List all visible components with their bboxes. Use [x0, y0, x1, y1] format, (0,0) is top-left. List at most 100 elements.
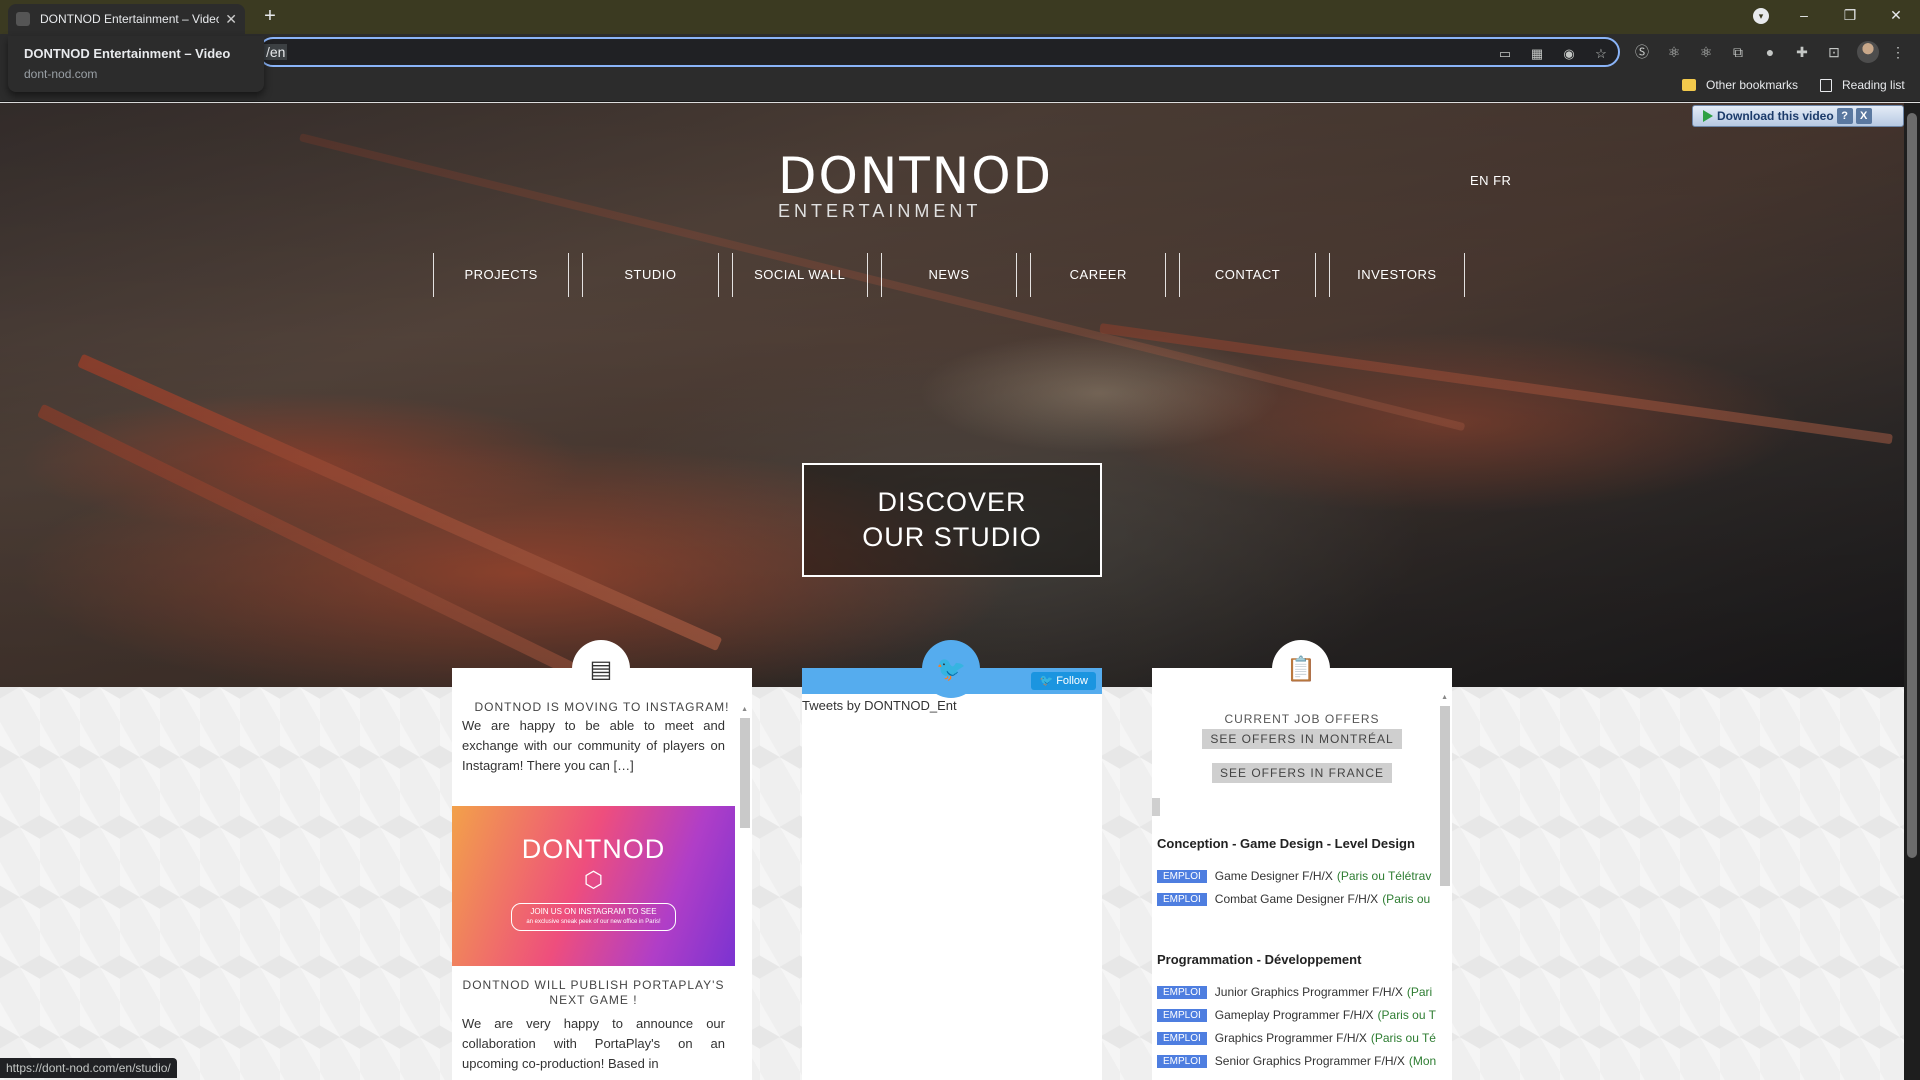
qr-code-icon[interactable]: ▦	[1528, 45, 1546, 63]
nav-contact[interactable]: CONTACT	[1179, 253, 1316, 297]
extension-atom-icon[interactable]: ⚛	[1696, 42, 1716, 62]
nav-news[interactable]: NEWS	[880, 253, 1018, 297]
emploi-badge: EMPLOI	[1157, 1008, 1207, 1022]
discover-line1: DISCOVER	[877, 487, 1027, 517]
job-title: Combat Game Designer F/H/X	[1214, 892, 1379, 906]
job-title: Graphics Programmer F/H/X	[1214, 1031, 1367, 1045]
site-logo[interactable]: DONTNOD ENTERTAINMENT	[778, 151, 1053, 221]
download-label: Download this video	[1717, 109, 1834, 123]
scroll-up-icon[interactable]: ▲	[1441, 694, 1448, 701]
play-icon	[1703, 110, 1713, 122]
page-scrollbar-thumb[interactable]	[1907, 113, 1917, 858]
tab-title: DONTNOD Entertainment – Video	[40, 12, 220, 26]
status-url: https://dont-nod.com/en/studio/	[0, 1058, 177, 1078]
job-location: (Paris ou Télétrav	[1336, 869, 1432, 883]
offers-france-button[interactable]: SEE OFFERS IN FRANCE	[1211, 763, 1393, 783]
hovercard-domain: dont-nod.com	[24, 67, 98, 81]
instagram-promo-image[interactable]: DONTNOD ⬡ JOIN US ON INSTAGRAM TO SEE an…	[452, 806, 735, 966]
career-scroll-left	[1152, 798, 1160, 816]
job-row[interactable]: EMPLOI Junior Graphics Programmer F/H/X …	[1157, 985, 1437, 999]
job-title: Game Designer F/H/X	[1214, 869, 1333, 883]
news-item2-text: We are very happy to announce our collab…	[462, 1016, 725, 1071]
tab-hovercard: DONTNOD Entertainment – Video dont-nod.c…	[8, 36, 264, 92]
follow-label: Follow	[1056, 675, 1088, 687]
bookmark-star-icon[interactable]: ☆	[1592, 45, 1610, 63]
lang-en[interactable]: EN	[1470, 173, 1489, 188]
promo-pill-line2: an exclusive sneak peek of our new offic…	[526, 919, 661, 925]
close-icon[interactable]: X	[1855, 108, 1872, 124]
job-row[interactable]: EMPLOI Gameplay Programmer F/H/X (Paris …	[1157, 1008, 1437, 1022]
favicon-icon	[16, 12, 30, 26]
promo-pill: JOIN US ON INSTAGRAM TO SEE an exclusive…	[511, 903, 676, 931]
install-app-icon[interactable]: ▭	[1496, 45, 1514, 63]
job-row[interactable]: EMPLOI Game Designer F/H/X (Paris ou Tél…	[1157, 869, 1437, 883]
extensions-puzzle-icon[interactable]: ✚	[1792, 42, 1812, 62]
menu-kebab-icon[interactable]: ⋮	[1888, 42, 1908, 62]
job-location: (Pari	[1406, 985, 1433, 999]
tracking-eye-icon[interactable]: ◉	[1560, 45, 1578, 63]
cast-icon[interactable]: ⊡	[1824, 42, 1844, 62]
logo-main: DONTNOD	[778, 147, 1054, 205]
tab-close-icon[interactable]: ✕	[225, 11, 237, 28]
nav-career[interactable]: CAREER	[1030, 253, 1167, 297]
news-scrollbar[interactable]	[740, 718, 750, 828]
other-bookmarks[interactable]: Other bookmarks	[1682, 78, 1798, 92]
restore-button[interactable]: ❐	[1827, 0, 1873, 30]
career-panel: 📋 CURRENT JOB OFFERS SEE OFFERS IN MONTR…	[1152, 640, 1452, 1080]
main-nav: PROJECTS STUDIO SOCIAL WALL NEWS CAREER …	[433, 253, 1465, 297]
job-title: Junior Graphics Programmer F/H/X	[1214, 985, 1403, 999]
job-row[interactable]: EMPLOI Combat Game Designer F/H/X (Paris…	[1157, 892, 1437, 906]
minimize-button[interactable]: –	[1781, 0, 1827, 30]
extension-translate-icon[interactable]: ⧉	[1728, 42, 1748, 62]
tab-active[interactable]: DONTNOD Entertainment – Video ✕	[8, 4, 245, 34]
page-scrollbar[interactable]	[1904, 103, 1920, 1080]
nav-social-wall[interactable]: SOCIAL WALL	[731, 253, 868, 297]
discover-studio-button[interactable]: DISCOVER OUR STUDIO	[802, 463, 1102, 577]
emploi-badge: EMPLOI	[1157, 1031, 1207, 1045]
job-location: (Mon	[1408, 1054, 1437, 1068]
lang-fr[interactable]: FR	[1493, 173, 1511, 188]
emploi-badge: EMPLOI	[1157, 892, 1207, 906]
extension-react-icon[interactable]: ⚛	[1664, 42, 1684, 62]
clipboard-icon: 📋	[1272, 640, 1330, 698]
hero-video: DONTNOD ENTERTAINMENT EN FR PROJECTS STUD…	[0, 103, 1904, 724]
newspaper-icon: ▤	[572, 640, 630, 698]
extension-pin-icon[interactable]: ●	[1760, 42, 1780, 62]
category-game-design: Conception - Game Design - Level Design	[1157, 836, 1415, 851]
career-scrollbar[interactable]	[1440, 706, 1450, 886]
extension-s-icon[interactable]: Ⓢ	[1632, 42, 1652, 62]
hovercard-title: DONTNOD Entertainment – Video	[24, 46, 231, 61]
job-row[interactable]: EMPLOI Graphics Programmer F/H/X (Paris …	[1157, 1031, 1437, 1045]
news-item1-text: We are happy to be able to meet and exch…	[462, 718, 725, 773]
job-title: Gameplay Programmer F/H/X	[1214, 1008, 1374, 1022]
nav-studio[interactable]: STUDIO	[582, 253, 719, 297]
twitter-bird-icon: 🐦	[922, 640, 980, 698]
help-icon[interactable]: ?	[1836, 108, 1853, 124]
news-item2-title[interactable]: DONTNOD will publish PortaPlay's next ga…	[452, 978, 735, 1008]
nav-projects[interactable]: PROJECTS	[433, 253, 570, 297]
twitter-caption[interactable]: Tweets by DONTNOD_Ent	[802, 698, 957, 713]
download-video-button[interactable]: Download this video ? X	[1692, 105, 1904, 127]
box-icon: ⬡	[583, 867, 604, 892]
news-panel: ▤ DONTNOD is moving to Instagram! We are…	[452, 640, 752, 1080]
page-viewport: DONTNOD ENTERTAINMENT EN FR PROJECTS STUD…	[0, 103, 1904, 1080]
address-url[interactable]: /en	[264, 44, 288, 60]
tab-search-icon[interactable]: ▾	[1753, 8, 1769, 24]
job-location: (Paris ou	[1382, 892, 1431, 906]
offers-montreal-button[interactable]: SEE OFFERS IN MONTRÉAL	[1202, 729, 1402, 749]
job-row[interactable]: EMPLOI Senior Graphics Programmer F/H/X …	[1157, 1054, 1437, 1068]
close-window-button[interactable]: ✕	[1873, 0, 1919, 30]
new-tab-button[interactable]: +	[258, 4, 282, 28]
nav-investors[interactable]: INVESTORS	[1328, 253, 1465, 297]
twitter-panel: 🐦 Follow 🐦 Tweets by DONTNOD_Ent	[802, 640, 1102, 1080]
reading-list-label: Reading list	[1842, 78, 1905, 92]
emploi-badge: EMPLOI	[1157, 985, 1207, 999]
folder-icon	[1682, 79, 1696, 91]
tab-strip: DONTNOD Entertainment – Video ✕ + ▾ – ❐ …	[0, 0, 1920, 34]
twitter-follow-button[interactable]: 🐦 Follow	[1031, 672, 1096, 690]
scroll-up-icon[interactable]: ▲	[741, 706, 748, 713]
reading-list[interactable]: Reading list	[1820, 78, 1905, 92]
address-bar[interactable]: /en ▭ ▦ ◉ ☆	[258, 37, 1620, 67]
discover-line2: OUR STUDIO	[862, 522, 1042, 552]
profile-avatar[interactable]	[1857, 41, 1879, 63]
